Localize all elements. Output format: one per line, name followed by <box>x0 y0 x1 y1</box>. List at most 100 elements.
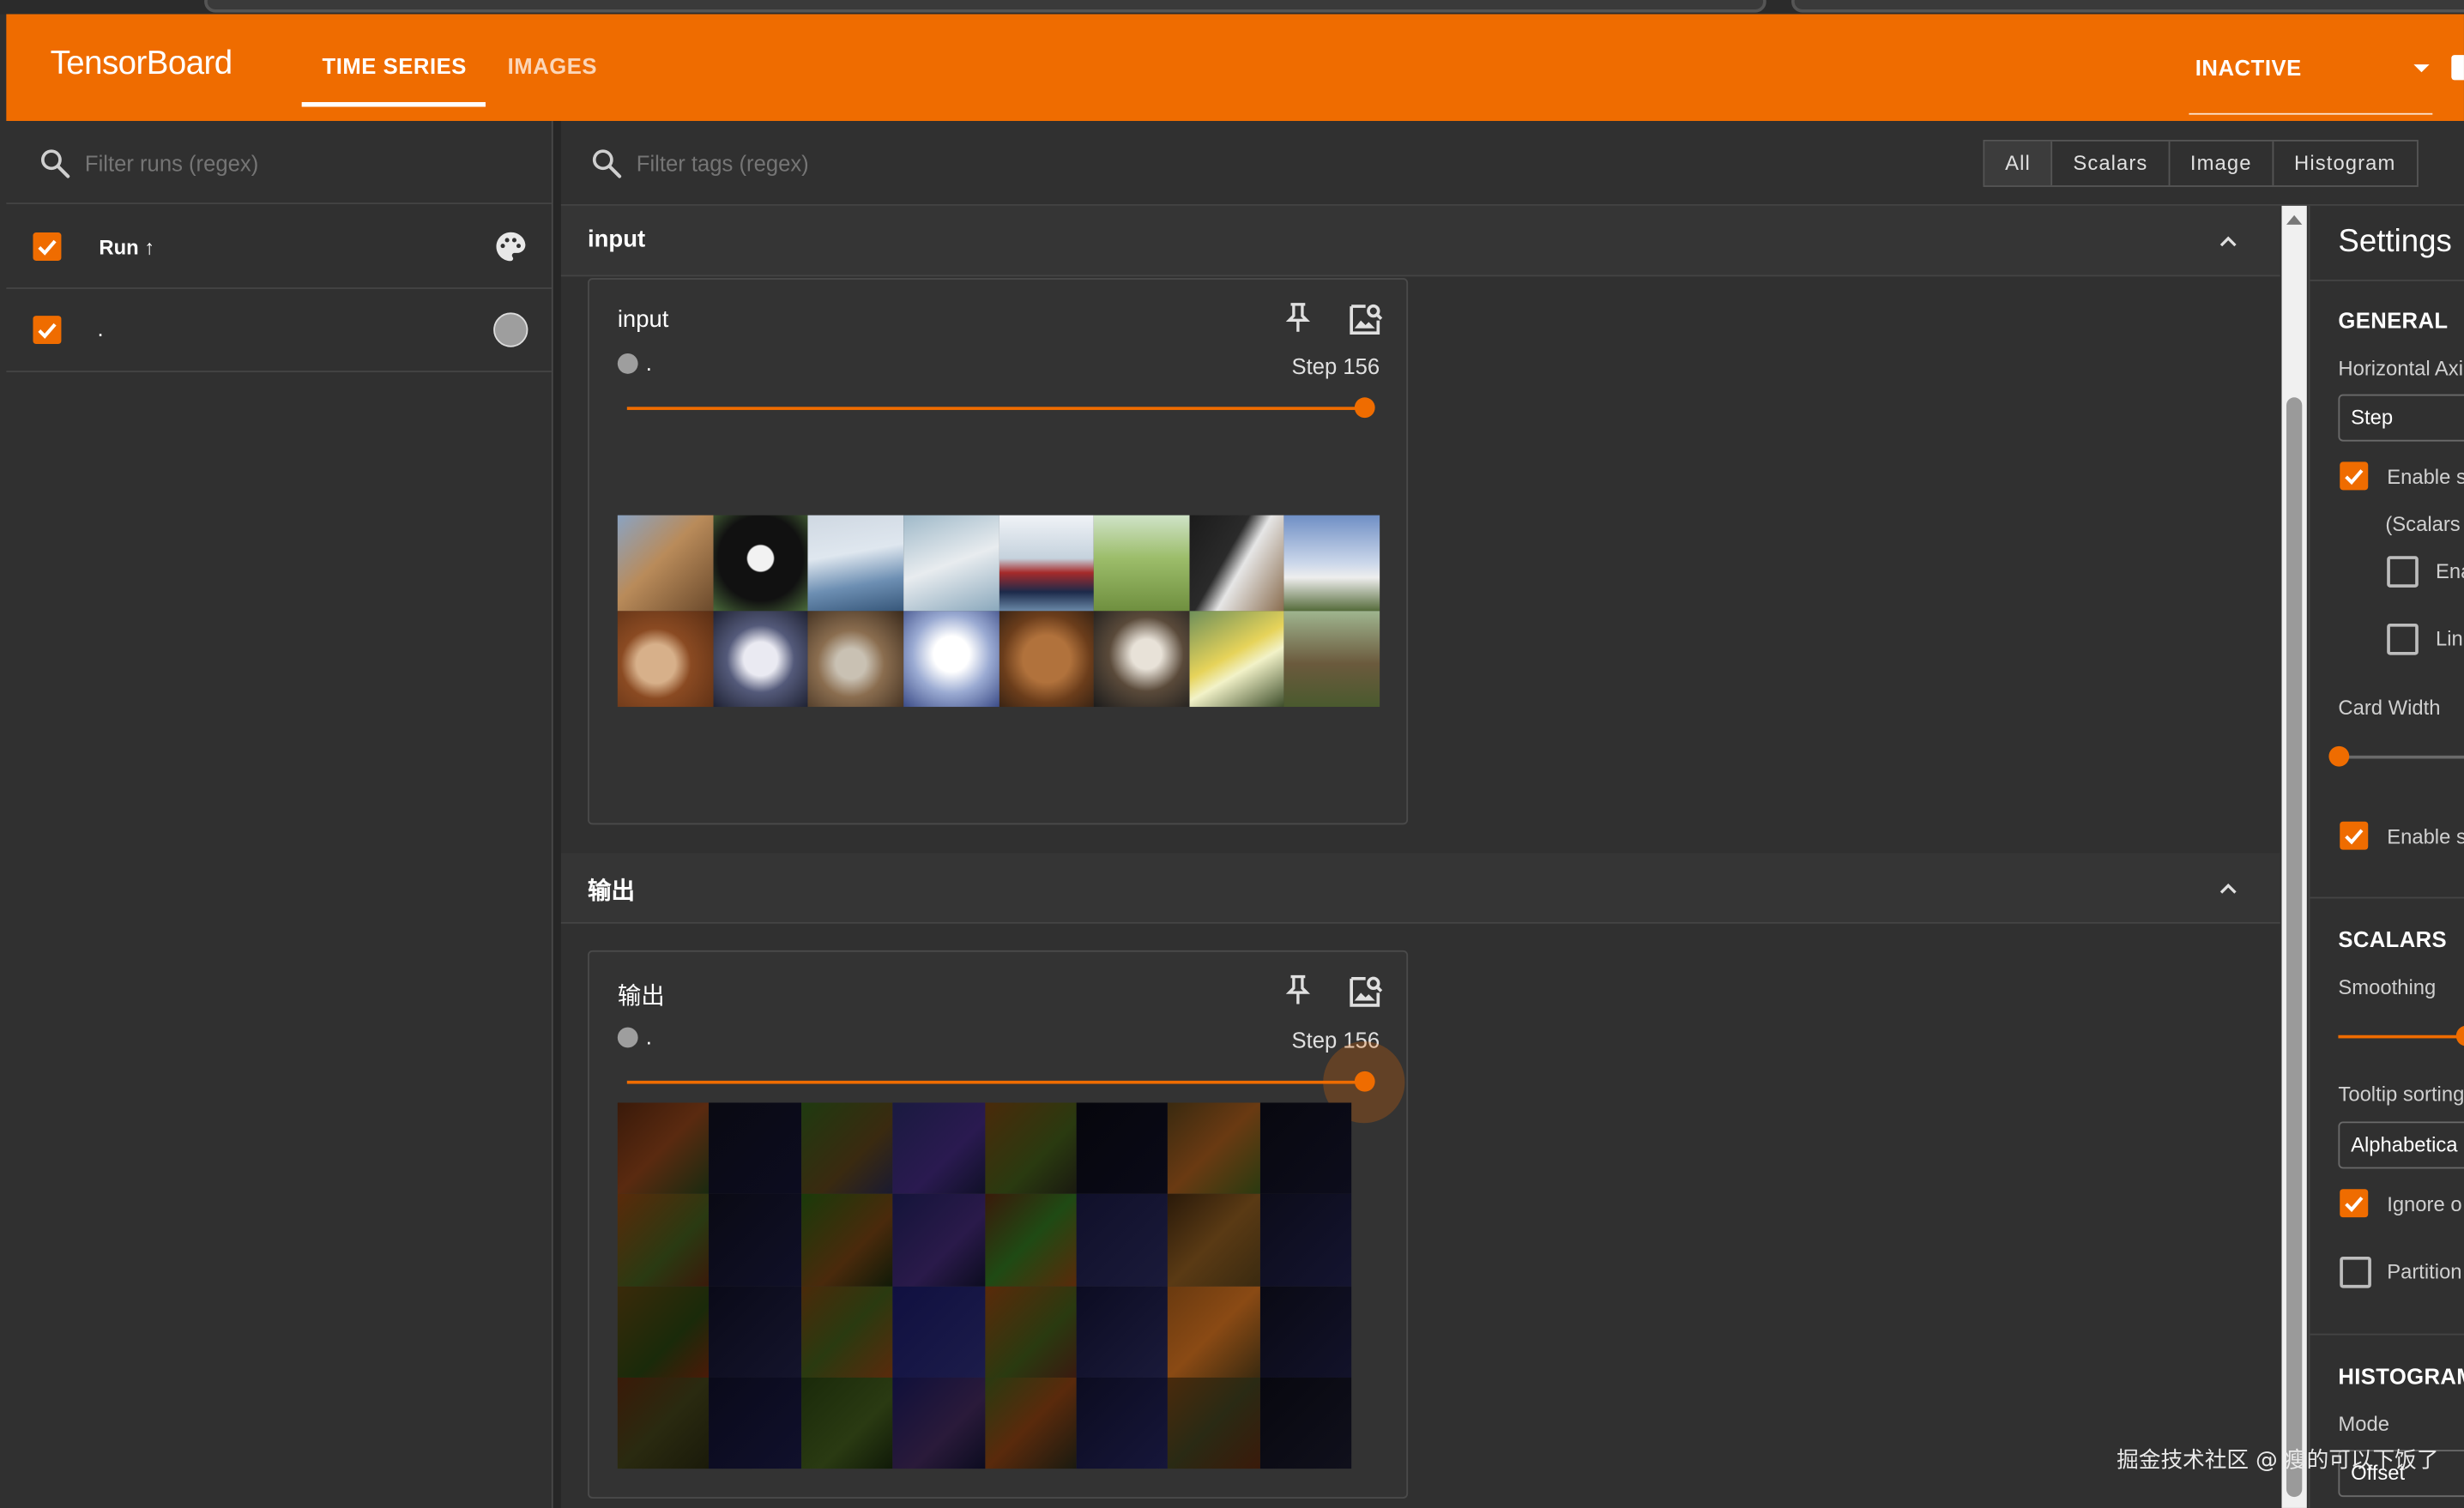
horizontal-axis-select[interactable]: Step <box>2338 394 2464 442</box>
settings-panel: Settings GENERAL Horizontal Axi Step Ena… <box>2308 205 2464 1508</box>
image-grid[interactable] <box>617 515 1380 708</box>
enable-step-selection-label: Enable s <box>2387 465 2464 489</box>
pin-icon[interactable] <box>1281 973 1315 1007</box>
settings-gear-icon[interactable] <box>2451 55 2464 81</box>
scroll-up-arrow-icon[interactable] <box>2286 214 2303 225</box>
partition-checkbox[interactable] <box>2340 1256 2371 1288</box>
enable-step-selection-checkbox[interactable] <box>2340 461 2369 491</box>
image-tile <box>892 1102 985 1195</box>
image-tile <box>1076 1377 1169 1469</box>
run-status-value: INACTIVE <box>2195 55 2302 81</box>
image-tile <box>712 515 808 612</box>
select-all-runs-checkbox[interactable] <box>33 232 62 261</box>
filter-image-button[interactable]: Image <box>2170 141 2274 186</box>
image-tile <box>1168 1102 1260 1195</box>
divider <box>6 371 552 372</box>
image-tile <box>1076 1285 1169 1378</box>
palette-icon[interactable] <box>493 229 528 263</box>
step-slider-thumb[interactable] <box>1354 1071 1375 1092</box>
image-tile <box>1259 1102 1352 1195</box>
card-width-slider[interactable] <box>2338 755 2464 759</box>
group-header-output[interactable]: 输出 <box>560 853 2280 924</box>
image-search-icon[interactable] <box>1347 300 1385 338</box>
image-tile <box>984 1102 1077 1195</box>
run-column-header[interactable]: Run ↑ <box>99 236 154 259</box>
browser-search-bar[interactable] <box>1791 0 2464 13</box>
smoothing-slider[interactable] <box>2338 1034 2464 1039</box>
tooltip-sorting-label: Tooltip sorting <box>2338 1082 2464 1107</box>
divider <box>2310 279 2464 281</box>
image-search-icon[interactable] <box>1347 973 1385 1010</box>
image-tile <box>617 611 713 708</box>
horizontal-axis-value: Step <box>2351 405 2394 429</box>
filter-scalars-button[interactable]: Scalars <box>2053 141 2171 186</box>
panel-resizer[interactable] <box>553 121 561 1508</box>
image-tile <box>617 1194 710 1286</box>
status-underline <box>2189 112 2433 115</box>
pin-icon[interactable] <box>1281 300 1315 335</box>
image-grid[interactable] <box>617 1102 1352 1469</box>
caret-down-icon[interactable] <box>2413 64 2430 73</box>
image-tile <box>617 1377 710 1469</box>
group-title: 输出 <box>588 876 635 905</box>
image-tile <box>709 1285 801 1378</box>
run-color-swatch[interactable] <box>493 312 528 347</box>
filter-all-button[interactable]: All <box>1984 141 2053 186</box>
sub-option-checkbox[interactable] <box>2387 556 2419 588</box>
histograms-heading: HISTOGRAM <box>2338 1363 2464 1389</box>
step-slider[interactable] <box>626 1080 1366 1084</box>
sub-option-label: Lin <box>2435 626 2463 651</box>
partition-label: Partition <box>2387 1259 2462 1284</box>
image-tile <box>807 515 903 612</box>
image-tile <box>1259 1377 1352 1469</box>
run-color-dot <box>617 1027 638 1048</box>
image-tile <box>892 1194 985 1286</box>
chevron-up-icon[interactable] <box>2214 875 2243 903</box>
enable-option-checkbox[interactable] <box>2340 821 2369 850</box>
image-tile <box>1189 611 1285 708</box>
image-tile <box>1284 611 1380 708</box>
card-width-slider-thumb[interactable] <box>2328 745 2350 767</box>
image-tile <box>617 1102 710 1195</box>
image-tile <box>1168 1194 1260 1286</box>
image-card: 输出 . Step 156 <box>588 950 1409 1499</box>
image-tile <box>1076 1194 1169 1286</box>
run-status-select[interactable]: INACTIVE <box>2195 55 2439 80</box>
tab-images[interactable]: IMAGES <box>508 53 597 78</box>
filter-tags-input[interactable] <box>633 142 1426 184</box>
browser-address-bar[interactable] <box>204 0 1766 13</box>
ignore-outliers-checkbox[interactable] <box>2340 1189 2369 1218</box>
image-tile <box>709 1102 801 1195</box>
group-title: input <box>588 226 646 253</box>
app-title[interactable]: TensorBoard <box>51 45 233 83</box>
smoothing-slider-thumb[interactable] <box>2455 1025 2464 1047</box>
watermark: 掘金技术社区 @ 瘦的可以下饭了 <box>2117 1448 2439 1474</box>
step-slider[interactable] <box>626 407 1366 410</box>
settings-title: Settings <box>2338 224 2452 260</box>
image-tile <box>1094 611 1190 708</box>
tooltip-sorting-select[interactable]: Alphabetica <box>2338 1121 2464 1169</box>
sub-option-checkbox[interactable] <box>2387 623 2419 655</box>
general-heading: GENERAL <box>2338 307 2449 334</box>
filter-histogram-button[interactable]: Histogram <box>2274 142 2416 185</box>
image-tile <box>984 1194 1077 1286</box>
tab-time-series[interactable]: TIME SERIES <box>322 53 466 78</box>
scalars-note: (Scalars <box>2385 511 2461 536</box>
main-scrollbar-thumb[interactable] <box>2286 397 2303 1498</box>
image-tile <box>984 1285 1077 1378</box>
card-width-label: Card Width <box>2338 696 2441 720</box>
search-icon <box>40 149 70 178</box>
step-slider-thumb[interactable] <box>1354 397 1375 419</box>
image-tile <box>903 515 999 612</box>
filter-runs-input[interactable] <box>82 142 528 184</box>
smoothing-label: Smoothing <box>2338 975 2437 999</box>
image-tile <box>984 1377 1077 1469</box>
plugin-type-filter: All Scalars Image Histogram <box>1983 139 2419 187</box>
image-tile <box>1094 515 1190 612</box>
image-tile <box>892 1377 985 1469</box>
image-tile <box>617 515 713 612</box>
run-color-dot <box>617 353 638 374</box>
run-checkbox[interactable] <box>33 316 62 345</box>
group-header-input[interactable]: input <box>560 205 2280 277</box>
chevron-up-icon[interactable] <box>2214 228 2243 256</box>
